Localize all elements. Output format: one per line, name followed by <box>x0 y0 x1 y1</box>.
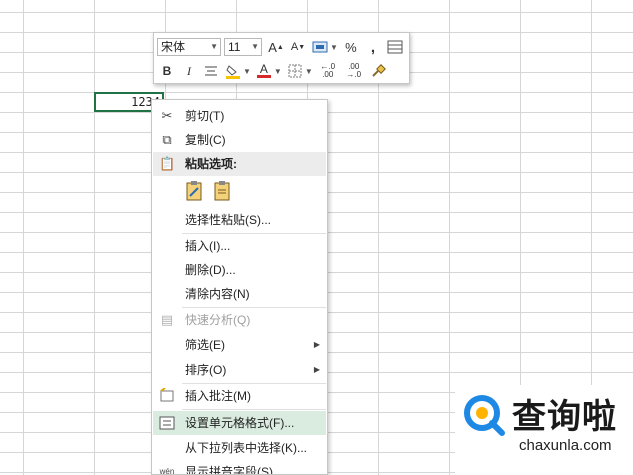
increase-decimal-label: ←.0 .00 <box>320 62 336 79</box>
grow-font-label: A <box>268 39 277 55</box>
menu-item-label: 快速分析(Q) <box>185 313 251 327</box>
font-color-label: A <box>259 62 268 76</box>
watermark-text-en: chaxunla.com <box>519 437 612 454</box>
menu-item-label: 清除内容(N) <box>185 287 250 301</box>
decrease-decimal-button[interactable]: .00 →.0 <box>342 61 366 81</box>
menu-item-label: 设置单元格格式(F)... <box>185 416 295 430</box>
comment-icon <box>159 387 175 404</box>
magnifier-logo-icon <box>464 395 505 436</box>
watermark-text-cn: 查询啦 <box>512 397 617 437</box>
chevron-down-icon: ▼ <box>210 42 218 51</box>
accounting-format-button[interactable] <box>310 37 330 57</box>
font-size-box[interactable]: 11 ▼ <box>224 38 262 56</box>
chevron-down-icon[interactable]: ▼ <box>274 67 282 76</box>
paste-options-group <box>184 180 232 202</box>
menu-item-label: 插入批注(M) <box>185 389 251 403</box>
copy-icon: ⧉ <box>162 132 172 147</box>
chevron-down-icon[interactable]: ▼ <box>330 43 338 52</box>
menu-item-insert-comment[interactable]: 插入批注(M) <box>153 384 326 408</box>
scissors-icon: ✂ <box>161 108 173 123</box>
menu-item-cut[interactable]: ✂ 剪切(T) <box>153 104 326 128</box>
menu-item-show-phonetic[interactable]: wén 显示拼音字段(S) <box>153 460 326 475</box>
borders-button[interactable] <box>285 61 305 81</box>
menu-item-label: 从下拉列表中选择(K)... <box>185 441 307 455</box>
paste-icon: 📋 <box>159 156 176 171</box>
menu-item-copy[interactable]: ⧉ 复制(C) <box>153 128 326 152</box>
menu-item-label: 剪切(T) <box>185 109 225 123</box>
menu-header-paste-options: 📋 粘贴选项: <box>153 152 326 176</box>
font-name-value: 宋体 <box>161 40 186 54</box>
paint-bucket-icon <box>226 65 240 79</box>
menu-item-delete[interactable]: 删除(D)... <box>153 258 326 282</box>
paste-brush-icon <box>186 181 202 201</box>
grow-font-button[interactable]: A ▲ <box>266 37 286 57</box>
paste-formulas-icon[interactable] <box>184 180 204 202</box>
menu-item-pick-from-dropdown[interactable]: 从下拉列表中选择(K)... <box>153 436 326 460</box>
menu-item-label: 粘贴选项: <box>185 157 237 171</box>
menu-item-insert[interactable]: 插入(I)... <box>153 234 326 258</box>
percent-label: % <box>345 39 357 55</box>
font-color-icon: A <box>256 62 271 78</box>
font-size-value: 11 <box>228 40 241 54</box>
menu-item-label: 筛选(E) <box>185 338 225 352</box>
format-cells-icon <box>159 415 175 431</box>
italic-button[interactable]: I <box>179 61 199 81</box>
menu-item-paste-special[interactable]: 选择性粘贴(S)... <box>153 208 326 232</box>
menu-item-label: 选择性粘贴(S)... <box>185 213 271 227</box>
italic-label: I <box>187 63 191 78</box>
clipboard-icon <box>214 181 230 201</box>
phonetic-icon: wén <box>159 467 175 475</box>
mini-toolbar-row-1: 宋体 ▼ 11 ▼ A ▲ A ▼ ▼ % , <box>157 36 407 58</box>
shrink-font-label: A <box>290 41 299 53</box>
shrink-font-button[interactable]: A ▼ <box>288 37 308 57</box>
menu-separator <box>182 409 326 410</box>
menu-item-clear-contents[interactable]: 清除内容(N) <box>153 282 326 306</box>
menu-item-label: 复制(C) <box>185 133 226 147</box>
watermark-logo: 查询啦 chaxunla.com <box>455 385 633 475</box>
align-center-button[interactable] <box>201 61 221 81</box>
menu-item-quick-analysis: ▤ 快速分析(Q) <box>153 308 326 332</box>
chevron-down-icon[interactable]: ▼ <box>243 67 251 76</box>
decrease-decimal-label: .00 →.0 <box>346 62 362 79</box>
paste-icon[interactable] <box>212 180 232 202</box>
font-name-box[interactable]: 宋体 ▼ <box>157 38 221 56</box>
menu-item-label: 插入(I)... <box>185 239 231 253</box>
paintbrush-icon <box>372 64 386 77</box>
comma-style-button[interactable]: , <box>363 37 383 57</box>
align-center-icon <box>205 66 217 76</box>
chevron-down-icon: ▼ <box>251 42 259 51</box>
mini-toolbar-row-2: B I ▼ A ▼ ▼ ←.0 .00 .00 →.0 <box>157 60 390 82</box>
bold-button[interactable]: B <box>157 61 177 81</box>
table-format-icon <box>387 40 403 54</box>
format-painter-table-button[interactable] <box>385 37 405 57</box>
format-cells-shape-icon <box>159 416 175 430</box>
menu-item-label: 显示拼音字段(S) <box>185 465 273 475</box>
fill-color-button[interactable] <box>223 61 243 81</box>
borders-icon <box>288 64 302 78</box>
chevron-down-icon[interactable]: ▼ <box>305 67 313 76</box>
menu-item-sort[interactable]: 排序(O) ▶ <box>153 358 326 382</box>
font-color-button[interactable]: A <box>254 61 274 81</box>
percent-button[interactable]: % <box>341 37 361 57</box>
comma-label: , <box>370 38 375 56</box>
comment-shape-icon <box>160 387 174 402</box>
submenu-arrow-icon: ▶ <box>313 365 320 374</box>
increase-decimal-button[interactable]: ←.0 .00 <box>316 61 340 81</box>
quick-analysis-icon: ▤ <box>160 312 174 327</box>
context-menu: ✂ 剪切(T) ⧉ 复制(C) 📋 粘贴选项: 选择性粘贴(S)... 插入(I… <box>151 99 328 475</box>
menu-item-format-cells[interactable]: 设置单元格格式(F)... <box>153 411 326 435</box>
format-painter-button[interactable] <box>368 61 388 81</box>
mini-toolbar: 宋体 ▼ 11 ▼ A ▲ A ▼ ▼ % , B I ▼ A ▼ ▼ ←.0 … <box>153 32 410 84</box>
menu-item-label: 删除(D)... <box>185 263 236 277</box>
bold-label: B <box>162 64 172 78</box>
menu-item-filter[interactable]: 筛选(E) ▶ <box>153 333 326 357</box>
menu-item-label: 排序(O) <box>185 363 227 377</box>
accounting-format-icon <box>312 41 328 53</box>
submenu-arrow-icon: ▶ <box>313 340 320 349</box>
